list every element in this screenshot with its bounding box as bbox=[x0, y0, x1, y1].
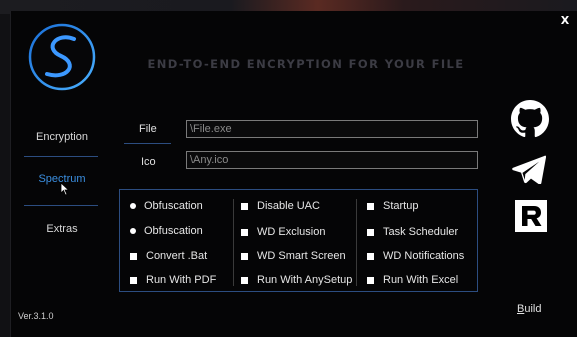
checkbox-icon bbox=[241, 276, 248, 284]
option-run-with-pdf[interactable]: Run With PDF bbox=[130, 274, 216, 286]
checkbox-icon bbox=[130, 276, 137, 284]
telegram-icon[interactable] bbox=[512, 152, 546, 186]
checkbox-icon bbox=[130, 252, 137, 260]
option-label: Obfuscation bbox=[144, 200, 203, 212]
column-separator bbox=[233, 199, 234, 286]
radio-icon bbox=[130, 203, 136, 209]
sidebar-item-extras[interactable]: Extras bbox=[24, 223, 100, 235]
option-label: Startup bbox=[383, 200, 419, 212]
option-startup[interactable]: Startup bbox=[367, 200, 418, 212]
build-button[interactable]: Build bbox=[517, 303, 541, 315]
file-label-underline bbox=[124, 143, 171, 144]
close-button[interactable]: X bbox=[555, 11, 575, 29]
option-task-scheduler[interactable]: Task Scheduler bbox=[367, 226, 458, 238]
sidebar-item-encryption[interactable]: Encryption bbox=[24, 131, 100, 143]
checkbox-icon bbox=[367, 228, 374, 236]
column-separator bbox=[356, 199, 357, 286]
option-label: Run With AnySetup bbox=[257, 274, 353, 286]
option-obfuscation-2[interactable]: Obfuscation bbox=[130, 225, 203, 237]
version-label: Ver.3.1.0 bbox=[18, 311, 54, 321]
option-obfuscation-1[interactable]: Obfuscation bbox=[130, 200, 203, 212]
option-run-with-anysetup[interactable]: Run With AnySetup bbox=[241, 274, 352, 286]
page-title: END-TO-END ENCRYPTION FOR YOUR FILE bbox=[147, 57, 465, 71]
option-label: WD Notifications bbox=[383, 250, 465, 262]
option-label: Obfuscation bbox=[144, 225, 203, 237]
file-path-input[interactable] bbox=[186, 120, 478, 138]
radio-icon bbox=[130, 228, 136, 234]
checkbox-icon bbox=[367, 276, 374, 284]
sidebar-separator bbox=[24, 205, 98, 206]
ico-path-input[interactable] bbox=[186, 151, 478, 169]
r-logo-icon[interactable] bbox=[515, 200, 547, 232]
option-label: WD Smart Screen bbox=[257, 250, 346, 262]
option-wd-notifications[interactable]: WD Notifications bbox=[367, 250, 464, 262]
option-label: Task Scheduler bbox=[383, 226, 459, 238]
option-label: WD Exclusion bbox=[257, 226, 326, 238]
checkbox-icon bbox=[241, 252, 248, 260]
checkbox-icon bbox=[241, 202, 248, 210]
option-wd-smart-screen[interactable]: WD Smart Screen bbox=[241, 250, 346, 262]
option-label: Run With Excel bbox=[383, 274, 459, 286]
option-disable-uac[interactable]: Disable UAC bbox=[241, 200, 320, 212]
checkbox-icon bbox=[241, 228, 248, 236]
option-convert-bat[interactable]: Convert .Bat bbox=[130, 250, 207, 262]
github-icon[interactable] bbox=[511, 100, 549, 138]
option-label: Disable UAC bbox=[257, 200, 320, 212]
app-logo bbox=[27, 22, 97, 92]
checkbox-icon bbox=[367, 202, 374, 210]
option-label: Convert .Bat bbox=[146, 250, 208, 262]
mouse-cursor-icon bbox=[60, 181, 70, 200]
file-label: File bbox=[139, 123, 157, 135]
option-label: Run With PDF bbox=[146, 274, 217, 286]
sidebar-separator bbox=[24, 156, 98, 157]
option-wd-exclusion[interactable]: WD Exclusion bbox=[241, 226, 325, 238]
checkbox-icon bbox=[367, 252, 374, 260]
option-run-with-excel[interactable]: Run With Excel bbox=[367, 274, 458, 286]
ico-label: Ico bbox=[141, 156, 156, 168]
